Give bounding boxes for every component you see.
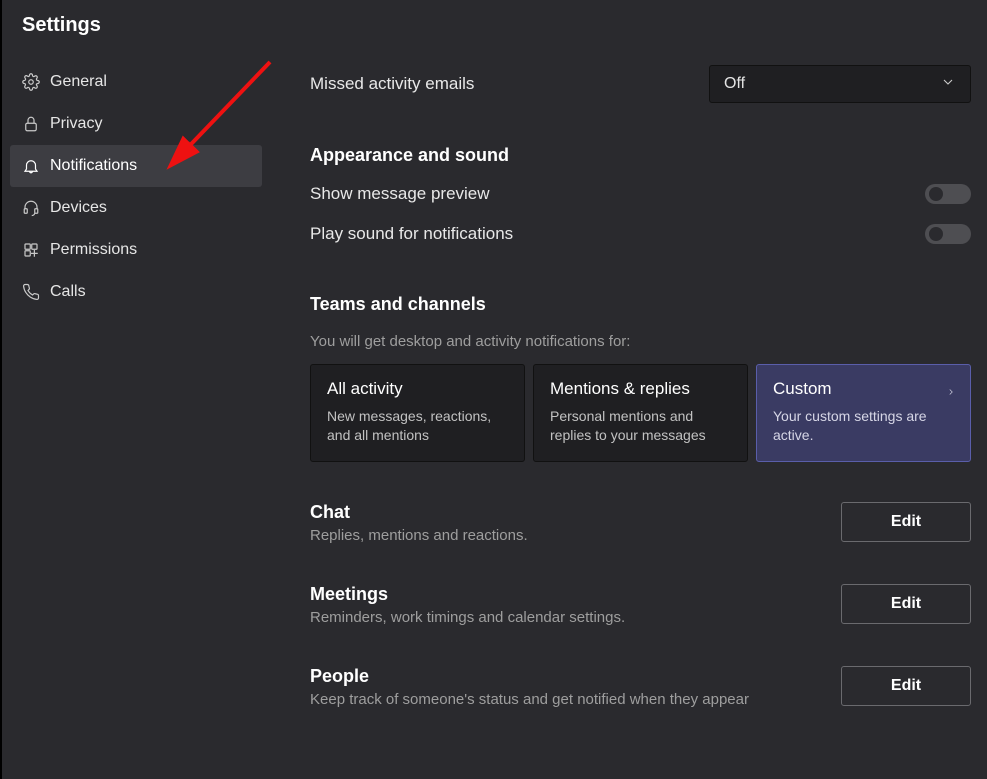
people-edit-button[interactable]: Edit: [841, 666, 971, 706]
option-desc: New messages, reactions, and all mention…: [327, 407, 508, 445]
chat-edit-button[interactable]: Edit: [841, 502, 971, 542]
sidebar-item-label: Permissions: [50, 241, 137, 259]
play-sound-row: Play sound for notifications: [310, 224, 971, 244]
chevron-down-icon: [940, 74, 956, 95]
phone-icon: [22, 283, 50, 301]
meetings-subtext: Reminders, work timings and calendar set…: [310, 609, 821, 626]
lock-icon: [22, 115, 50, 133]
show-preview-label: Show message preview: [310, 184, 490, 204]
sidebar-item-label: General: [50, 73, 107, 91]
option-custom[interactable]: Custom Your custom settings are active.: [756, 364, 971, 462]
people-title: People: [310, 666, 821, 687]
sidebar-item-privacy[interactable]: Privacy: [10, 103, 262, 145]
play-sound-label: Play sound for notifications: [310, 224, 513, 244]
show-preview-row: Show message preview: [310, 184, 971, 204]
chevron-right-icon: [946, 385, 956, 403]
meetings-edit-button[interactable]: Edit: [841, 584, 971, 624]
meetings-title: Meetings: [310, 584, 821, 605]
option-title: Mentions & replies: [550, 379, 731, 399]
sidebar-item-label: Calls: [50, 283, 86, 301]
chat-subtext: Replies, mentions and reactions.: [310, 527, 821, 544]
sidebar-item-devices[interactable]: Devices: [10, 187, 262, 229]
missed-activity-label: Missed activity emails: [310, 74, 474, 94]
teams-channels-subtext: You will get desktop and activity notifi…: [310, 333, 971, 350]
option-all-activity[interactable]: All activity New messages, reactions, an…: [310, 364, 525, 462]
sidebar-item-label: Notifications: [50, 157, 137, 175]
people-section: People Keep track of someone's status an…: [310, 666, 971, 708]
dropdown-value: Off: [724, 75, 745, 93]
settings-sidebar: General Privacy Notifications Devices Pe…: [2, 43, 270, 778]
option-desc: Personal mentions and replies to your me…: [550, 407, 731, 445]
gear-icon: [22, 73, 50, 91]
people-subtext: Keep track of someone's status and get n…: [310, 691, 821, 708]
play-sound-toggle[interactable]: [925, 224, 971, 244]
settings-layout: General Privacy Notifications Devices Pe…: [2, 43, 987, 778]
option-desc: Your custom settings are active.: [773, 407, 954, 445]
sidebar-item-label: Privacy: [50, 115, 102, 133]
missed-activity-row: Missed activity emails Off: [310, 65, 971, 103]
page-title: Settings: [2, 0, 987, 43]
sidebar-item-permissions[interactable]: Permissions: [10, 229, 262, 271]
grid-icon: [22, 241, 50, 259]
sidebar-item-calls[interactable]: Calls: [10, 271, 262, 313]
option-mentions-replies[interactable]: Mentions & replies Personal mentions and…: [533, 364, 748, 462]
teams-channels-heading: Teams and channels: [310, 294, 971, 315]
teams-channels-options: All activity New messages, reactions, an…: [310, 364, 971, 462]
option-title: Custom: [773, 379, 954, 399]
option-title: All activity: [327, 379, 508, 399]
bell-icon: [22, 157, 50, 175]
headset-icon: [22, 199, 50, 217]
show-preview-toggle[interactable]: [925, 184, 971, 204]
settings-main: Missed activity emails Off Appearance an…: [270, 43, 987, 778]
meetings-section: Meetings Reminders, work timings and cal…: [310, 584, 971, 626]
sidebar-item-general[interactable]: General: [10, 61, 262, 103]
chat-section: Chat Replies, mentions and reactions. Ed…: [310, 502, 971, 544]
missed-activity-dropdown[interactable]: Off: [709, 65, 971, 103]
appearance-heading: Appearance and sound: [310, 145, 971, 166]
sidebar-item-notifications[interactable]: Notifications: [10, 145, 262, 187]
chat-title: Chat: [310, 502, 821, 523]
sidebar-item-label: Devices: [50, 199, 107, 217]
